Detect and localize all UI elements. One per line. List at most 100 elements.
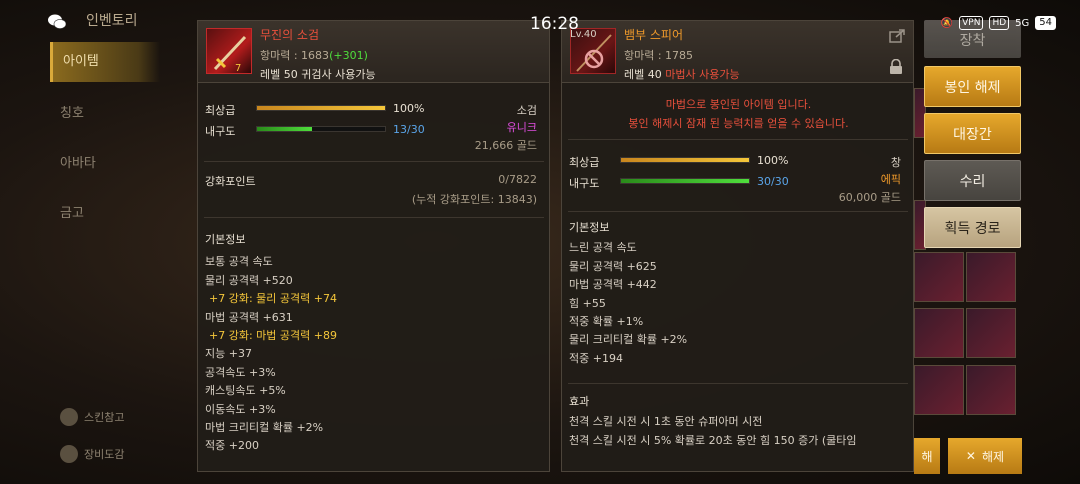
blacksmith-button[interactable]: 대장간 [924, 113, 1021, 154]
durability-label: 내구도 [569, 177, 600, 190]
basic-info-title: 기본정보 [569, 221, 610, 234]
divider [568, 383, 908, 384]
stat-line: 캐스팅속도 +5% [205, 384, 286, 398]
item-rarity: 에픽 [880, 173, 901, 186]
status-time: 16:28 [530, 14, 579, 34]
svg-text:7: 7 [235, 63, 241, 74]
effect-info: 효과 천격 스킬 시전 시 1초 동안 슈퍼아머 시전 천격 스킬 시전 시 5… [569, 393, 907, 450]
stat-line: 보통 공격 속도 [205, 255, 273, 269]
stat-line: 힘 +55 [569, 296, 606, 310]
durability-bar-fill [621, 179, 749, 183]
req-class: 마법사 사용가능 [665, 68, 740, 81]
divider [204, 217, 544, 218]
enhance-label: 강화포인트 [205, 175, 256, 188]
grade-bar-fill [257, 106, 385, 110]
inventory-slot[interactable] [914, 365, 964, 415]
stat-line: 물리 공격력 +520 [205, 273, 293, 287]
stat-line: 마법 공격력 +631 [205, 310, 293, 324]
basic-info-title: 기본정보 [205, 233, 246, 246]
grade-percent: 100% [393, 102, 425, 115]
inventory-slot[interactable] [914, 252, 964, 302]
skin-reference-label: 스킨참고 [84, 411, 125, 424]
skin-reference-button[interactable]: 스킨참고 [60, 408, 124, 426]
enhancement-stat: +7 강화: 물리 공격력 +74 [209, 292, 337, 306]
sealed-notice: 마법으로 봉인된 아이템 입니다. 봉인 해제시 잠재 된 능력치를 얻을 수 … [562, 95, 915, 133]
inventory-slot[interactable] [914, 308, 964, 358]
power-value: 항마력 : 1683 [260, 49, 330, 62]
stat-line: 공격속도 +3% [205, 365, 276, 379]
wechat-icon [48, 14, 66, 29]
stat-line: 지능 +37 [205, 347, 252, 361]
divider [204, 161, 544, 162]
item-type: 소검 [516, 104, 537, 117]
release-icon: ✕ [965, 449, 976, 463]
item-rarity: 유니크 [506, 121, 537, 134]
sidebar-item-titles[interactable]: 칭호 [50, 94, 160, 134]
release-all-button[interactable]: ✕ 해제 [948, 438, 1022, 474]
mute-icon: 🔕 [940, 17, 954, 29]
stat-line: 적중 확률 +1% [569, 315, 644, 329]
stat-line: 물리 공격력 +625 [569, 259, 657, 273]
durability-bar [256, 126, 386, 132]
req-level: 레벨 40 [624, 68, 662, 81]
effect-title: 효과 [569, 395, 590, 408]
status-icons: 🔕 VPN HD 5G 54 [941, 16, 1056, 30]
durability-value: 13/30 [393, 123, 425, 136]
item-price: 21,666 골드 [474, 139, 537, 152]
item-requirement: 레벨 50 귀검사 사용가능 [260, 68, 376, 81]
inventory-slot[interactable] [966, 365, 1016, 415]
durability-label: 내구도 [205, 125, 236, 138]
enhance-total: (누적 강화포인트: 13843) [411, 193, 537, 206]
enhance-value: 0/7822 [498, 173, 537, 186]
sidebar-item-avatar[interactable]: 아바타 [50, 144, 160, 184]
basic-info: 기본정보 보통 공격 속도물리 공격력 +520 +7 강화: 물리 공격력 +7… [205, 231, 337, 456]
inventory-slot[interactable] [966, 308, 1016, 358]
skin-icon [60, 408, 78, 426]
stat-list: 보통 공격 속도물리 공격력 +520 +7 강화: 물리 공격력 +74 마법 공… [205, 253, 337, 455]
stat-line: 마법 크리티컬 확률 +2% [205, 421, 324, 435]
stat-list: 느린 공격 속도 물리 공격력 +625 마법 공격력 +442 힘 +55 적중 확률… [569, 239, 687, 368]
codex-icon [60, 445, 78, 463]
release-button[interactable]: 해 [914, 438, 940, 474]
compare-item-tooltip: Lv.40 뱀부 스피어 항마력 : 1785 레벨 40 마법사 사용가능 마… [561, 20, 914, 472]
effect-line: 천격 스킬 시전 시 1초 동안 슈퍼아머 시전 [569, 415, 763, 429]
stat-line: 적중 +200 [205, 439, 259, 453]
item-power: 항마력 : 1683(+301) [260, 47, 368, 63]
repair-button[interactable]: 수리 [924, 160, 1021, 201]
hd-badge: HD [989, 16, 1010, 30]
lock-icon [890, 59, 902, 74]
item-price: 60,000 골드 [838, 191, 901, 204]
divider [568, 139, 908, 140]
acquisition-route-button[interactable]: 획득 경로 [924, 207, 1021, 248]
item-power: 항마력 : 1785 [624, 49, 694, 62]
item-type: 창 [890, 156, 901, 169]
grade-bar [620, 157, 750, 163]
basic-info: 기본정보 느린 공격 속도 물리 공격력 +625 마법 공격력 +442 힘 +55… [569, 219, 687, 368]
inventory-sidebar: 인벤토리 아이템 칭호 아바타 금고 스킨참고 장비도감 [0, 0, 190, 484]
inventory-slot[interactable] [966, 252, 1016, 302]
equipment-codex-label: 장비도감 [84, 448, 125, 461]
battery-level: 54 [1035, 16, 1056, 30]
enhancement-stat: +7 강화: 마법 공격력 +89 [209, 329, 337, 343]
grade-bar [256, 105, 386, 111]
equipment-codex-button[interactable]: 장비도감 [60, 445, 124, 463]
grade-percent: 100% [757, 154, 789, 167]
stat-line: 느린 공격 속도 [569, 241, 637, 255]
stat-line: 물리 크리티컬 확률 +2% [569, 333, 688, 347]
durability-value: 30/30 [757, 175, 789, 188]
vpn-badge: VPN [959, 16, 984, 30]
power-bonus: (+301) [329, 49, 368, 62]
item-requirement: 레벨 40 마법사 사용가능 [624, 66, 740, 82]
stat-line: 이동속도 +3% [205, 402, 276, 416]
effect-line: 천격 스킬 시전 시 5% 확률로 20초 동안 힘 150 증가 (쿨타임 [569, 433, 857, 447]
durability-bar-fill [257, 127, 313, 131]
sidebar-item-vault[interactable]: 금고 [50, 194, 160, 234]
durability-bar [620, 178, 750, 184]
grade-bar-fill [621, 158, 749, 162]
equipped-item-tooltip: 7 무진의 소검 항마력 : 1683(+301) 레벨 50 귀검사 사용가능… [197, 20, 550, 472]
sidebar-item-items[interactable]: 아이템 [50, 42, 160, 82]
unseal-button[interactable]: 봉인 해제 [924, 66, 1021, 107]
sealed-line-1: 마법으로 봉인된 아이템 입니다. [665, 98, 812, 111]
divider [568, 211, 908, 212]
grade-label: 최상급 [569, 156, 600, 169]
